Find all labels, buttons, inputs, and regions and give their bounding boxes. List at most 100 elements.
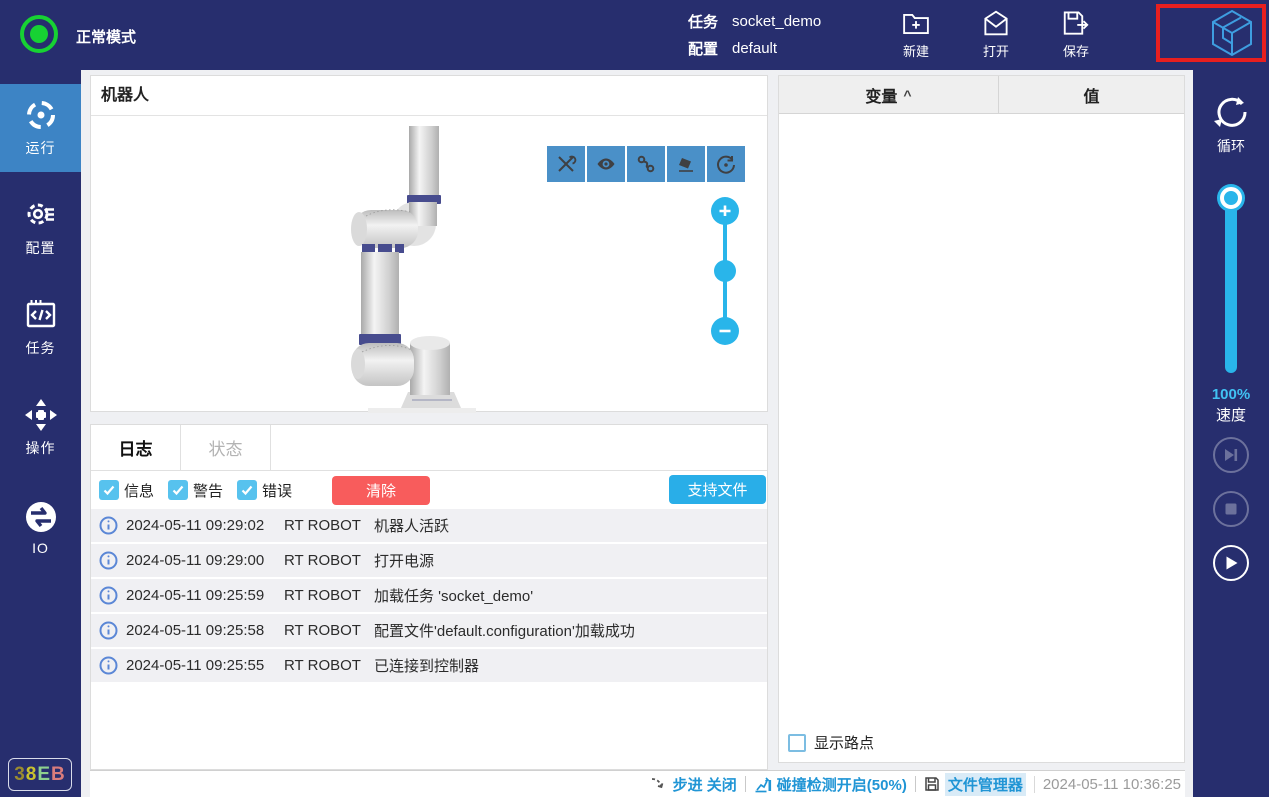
- sort-ascending-icon: ^: [903, 86, 912, 103]
- stop-icon: [1225, 503, 1237, 515]
- sidebar-item-operate[interactable]: 操作: [0, 384, 81, 472]
- log-message: 打开电源: [374, 553, 435, 570]
- run-icon: [26, 101, 55, 129]
- value-column-header[interactable]: 值: [999, 76, 1184, 113]
- error-filter-label: 错误: [262, 482, 293, 500]
- variables-panel: 变量 ^ 值 显示路点: [778, 75, 1185, 763]
- log-filterbar: 信息 警告 错误 清除 支持文件: [91, 471, 769, 509]
- play-button[interactable]: [1213, 545, 1249, 581]
- code-char: 3: [14, 763, 26, 785]
- check-icon: [103, 485, 115, 496]
- minus-icon: [719, 329, 731, 333]
- rotate-view-icon: [717, 155, 735, 174]
- io-swap-icon: [25, 502, 56, 532]
- loop-mode-button[interactable]: 循环: [1193, 92, 1269, 156]
- collision-detection-toggle[interactable]: 碰撞检测开启(50%): [746, 774, 915, 795]
- show-waypoints-checkbox[interactable]: [788, 733, 806, 752]
- support-file-button[interactable]: 支持文件: [669, 475, 766, 504]
- open-task-button[interactable]: 打开: [968, 8, 1024, 60]
- code-window-icon: [26, 300, 55, 328]
- move-arrows-icon: [24, 399, 57, 431]
- new-task-button[interactable]: 新建: [888, 8, 944, 60]
- error-filter-checkbox[interactable]: [237, 480, 258, 500]
- verification-code-badge: 3 8 E B: [8, 758, 72, 791]
- sidebar-item-config[interactable]: 配置: [0, 184, 81, 272]
- step-mode-label: 步进 关闭: [672, 776, 737, 794]
- speed-slider-track[interactable]: [1225, 195, 1237, 373]
- stop-button[interactable]: [1213, 491, 1249, 527]
- log-message: 已连接到控制器: [374, 658, 480, 675]
- gear-icon: [27, 203, 54, 225]
- value-column-label: 值: [1083, 88, 1100, 106]
- variable-column-header[interactable]: 变量 ^: [779, 76, 999, 113]
- robot-status-light: [20, 15, 58, 53]
- step-next-button[interactable]: [1213, 437, 1249, 473]
- log-row[interactable]: 2024-05-11 09:25:59 RT ROBOT 加载任务 'socke…: [91, 579, 767, 612]
- view-rotate-button[interactable]: [707, 146, 745, 182]
- step-arrow-icon: [651, 778, 663, 789]
- log-source: RT ROBOT: [284, 587, 361, 604]
- loop-label: 循环: [1217, 138, 1245, 154]
- clear-log-button[interactable]: 清除: [332, 475, 431, 505]
- sidebar-item-label: 配置: [25, 240, 56, 256]
- show-waypoints-label: 显示路点: [814, 735, 875, 752]
- view-visibility-button[interactable]: [587, 146, 625, 182]
- info-icon: [99, 551, 118, 570]
- check-icon: [241, 485, 253, 496]
- variable-column-label: 变量: [865, 88, 898, 106]
- task-config-block: 任务 socket_demo 配置 default: [688, 8, 821, 62]
- speed-slider-handle[interactable]: [1220, 187, 1242, 209]
- status-dot: [30, 25, 48, 43]
- sidebar-item-run[interactable]: 运行: [0, 84, 81, 172]
- log-row-list: 2024-05-11 09:29:02 RT ROBOT 机器人活跃 2024-…: [91, 509, 767, 684]
- statusbar-clock: 2024-05-11 10:36:25: [1033, 775, 1185, 793]
- sidebar-item-label: 操作: [25, 440, 56, 456]
- show-waypoints-row: 显示路点: [788, 732, 874, 753]
- robot-view-panel: 机器人: [90, 75, 768, 413]
- step-mode-toggle[interactable]: 步进 关闭: [642, 774, 745, 795]
- sidebar-item-task[interactable]: 任务: [0, 284, 81, 372]
- file-manager-label: 文件管理器: [944, 772, 1026, 796]
- view-erase-button[interactable]: [667, 146, 705, 182]
- log-time: 2024-05-11 09:25:58: [126, 622, 265, 639]
- path-waypoints-icon: [637, 155, 655, 173]
- info-filter-checkbox[interactable]: [99, 480, 119, 500]
- log-message: 配置文件'default.configuration'加载成功: [374, 623, 635, 640]
- view-tools-button[interactable]: [547, 146, 585, 182]
- robot-3d-view[interactable]: [346, 124, 481, 416]
- zoom-slider-handle[interactable]: [714, 260, 736, 282]
- warning-filter-checkbox[interactable]: [168, 480, 189, 500]
- log-time: 2024-05-11 09:25:59: [126, 587, 265, 604]
- eye-icon: [597, 158, 615, 170]
- tab-log[interactable]: 日志: [91, 425, 181, 470]
- top-bar: 正常模式 任务 socket_demo 配置 default 新建 打开 保存: [0, 0, 1269, 70]
- speed-label: 速度: [1215, 407, 1246, 424]
- log-row[interactable]: 2024-05-11 09:25:55 RT ROBOT 已连接到控制器: [91, 649, 767, 682]
- view-path-button[interactable]: [627, 146, 665, 182]
- sidebar-item-io[interactable]: IO: [0, 484, 81, 572]
- log-row[interactable]: 2024-05-11 09:29:02 RT ROBOT 机器人活跃: [91, 509, 767, 542]
- sidebar-item-label: 任务: [25, 340, 56, 356]
- log-panel: 日志 状态 信息 警告 错误 清除 支持文件 2024-05-11 09:29:…: [90, 424, 768, 770]
- log-row[interactable]: 2024-05-11 09:29:00 RT ROBOT 打开电源: [91, 544, 767, 577]
- save-task-button[interactable]: 保存: [1048, 8, 1104, 60]
- log-source: RT ROBOT: [284, 517, 361, 534]
- log-row[interactable]: 2024-05-11 09:25:58 RT ROBOT 配置文件'defaul…: [91, 614, 767, 647]
- info-icon: [99, 656, 118, 675]
- code-char: E: [37, 763, 52, 785]
- info-filter-label: 信息: [124, 482, 155, 500]
- file-manager-button[interactable]: 文件管理器: [916, 772, 1034, 796]
- save-task-label: 保存: [1062, 44, 1089, 59]
- log-time: 2024-05-11 09:29:02: [126, 517, 265, 534]
- status-bar: 步进 关闭 碰撞检测开启(50%) 文件管理器 2024-05-11 10:36…: [90, 770, 1185, 797]
- brand-logo-icon[interactable]: [1210, 9, 1254, 57]
- log-tabs: 日志 状态: [91, 425, 767, 471]
- info-icon: [99, 621, 118, 640]
- zoom-out-button[interactable]: [711, 317, 739, 345]
- loop-icon: [1214, 97, 1247, 127]
- tab-status[interactable]: 状态: [181, 425, 271, 470]
- collision-detection-label: 碰撞检测开启(50%): [776, 776, 907, 794]
- config-value: default: [732, 40, 778, 57]
- eraser-icon: [679, 158, 693, 172]
- folder-plus-icon: [903, 13, 929, 34]
